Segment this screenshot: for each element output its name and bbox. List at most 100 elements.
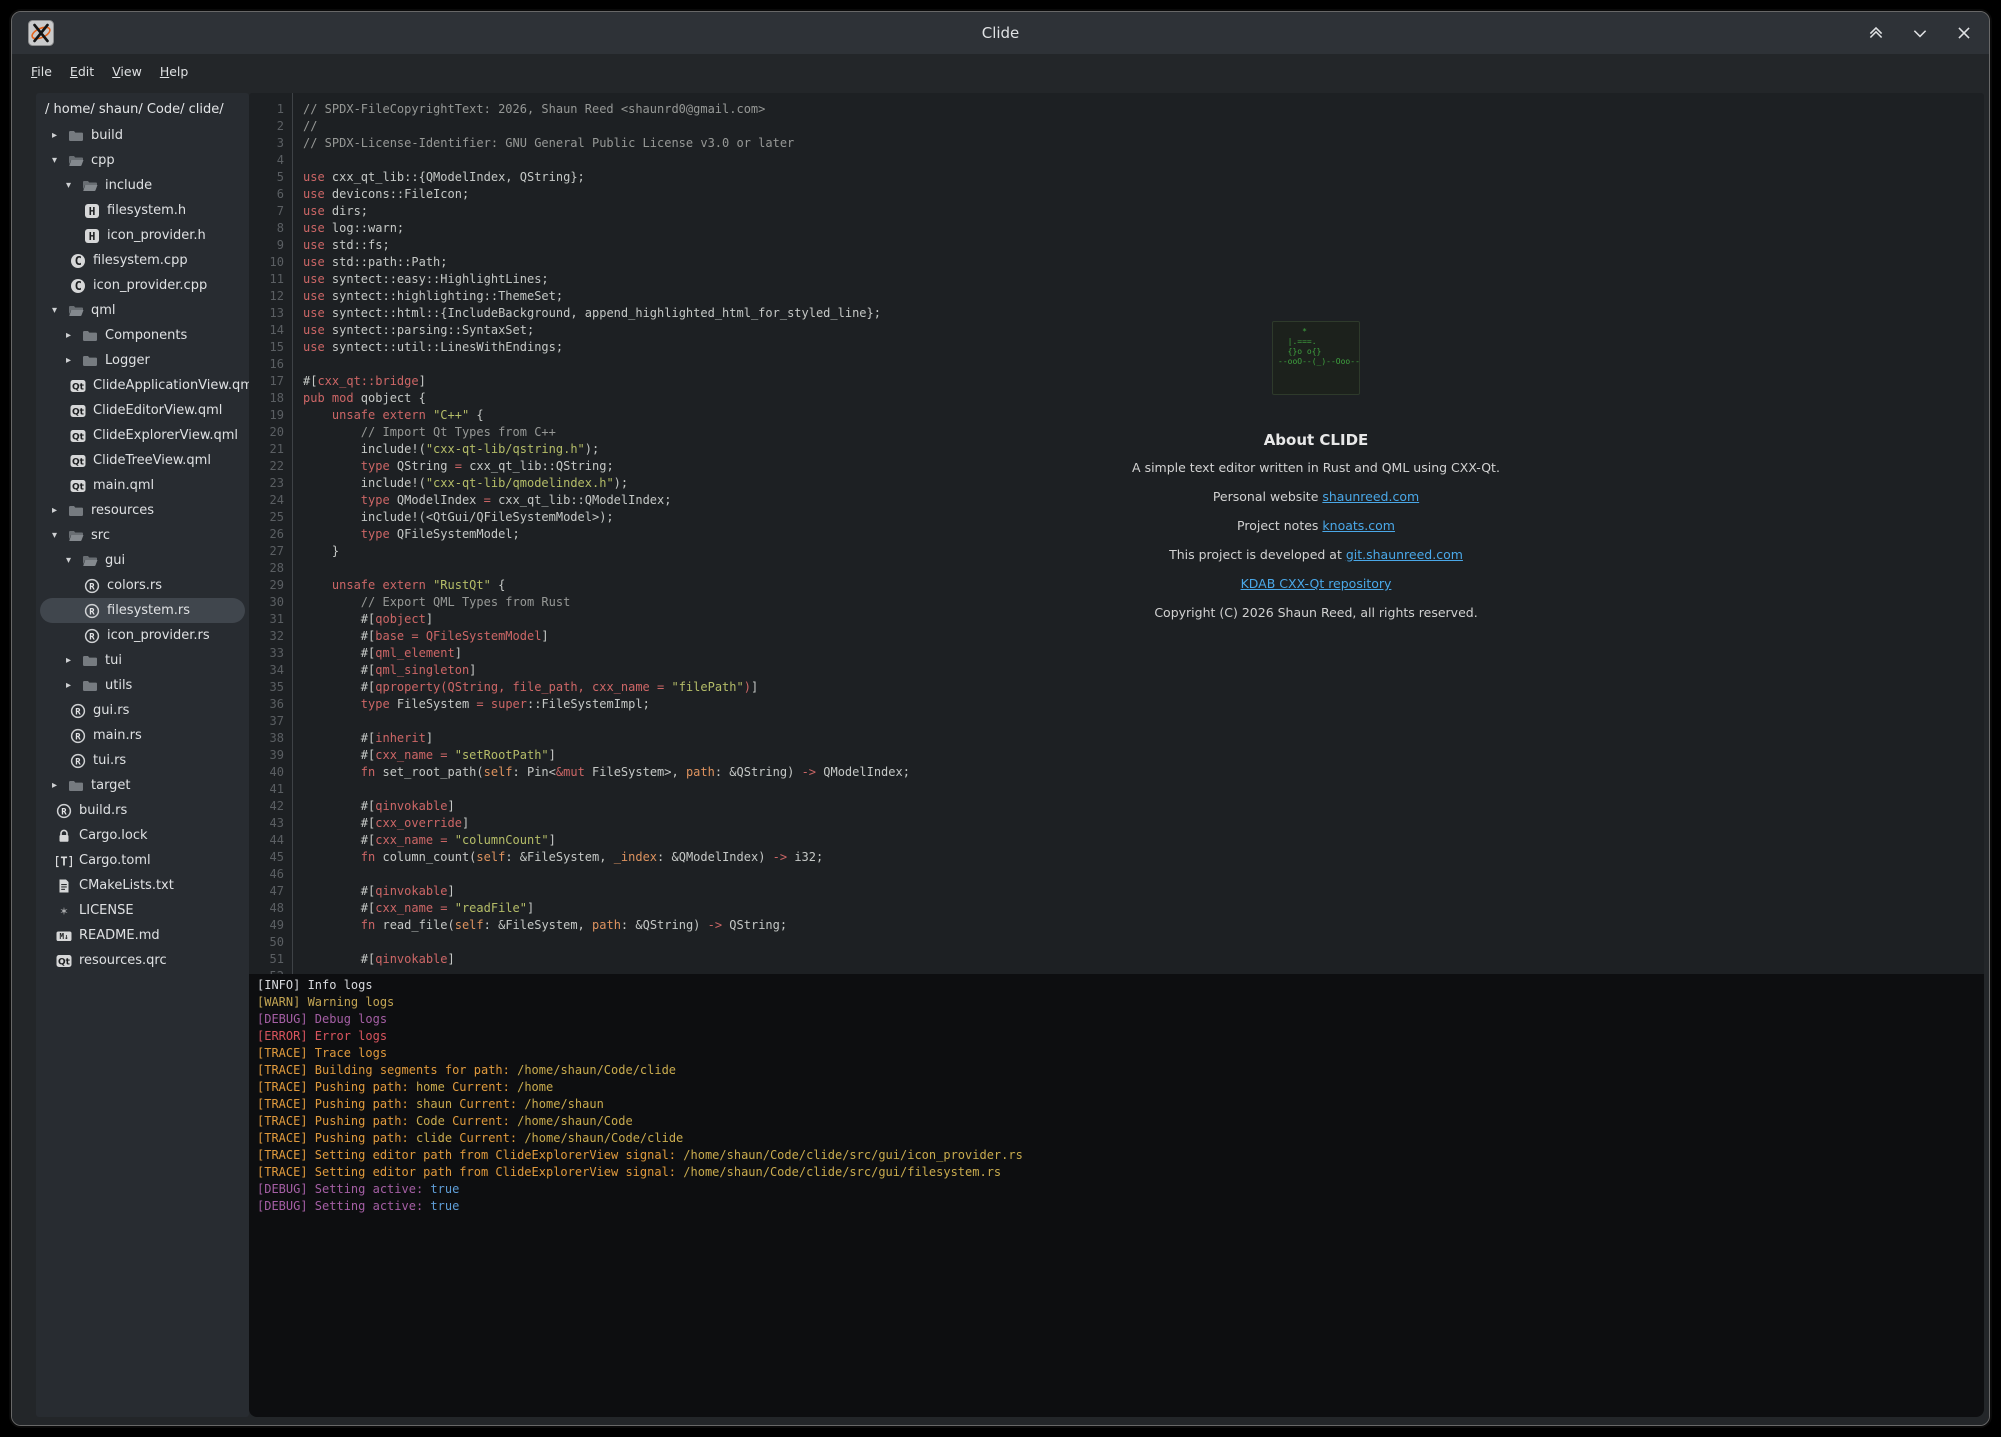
tree-item-tui[interactable]: ▸tui (40, 648, 245, 673)
tree-item-src[interactable]: ▾ src (40, 523, 245, 548)
tree-item-target[interactable]: ▸target (40, 773, 245, 798)
line-number: 30 (249, 594, 284, 611)
c-file-icon: C (70, 253, 86, 269)
tree-item-icon-provider-cpp[interactable]: Cicon_provider.cpp (40, 273, 245, 298)
folder-open-icon (68, 153, 84, 169)
tree-item-main-rs[interactable]: Rmain.rs (40, 723, 245, 748)
line-number: 25 (249, 509, 284, 526)
tree-item-label: icon_provider.cpp (93, 278, 207, 293)
expand-arrow-icon[interactable]: ▸ (60, 330, 82, 341)
tree-item-clideapplicationview-qml[interactable]: QtClideApplicationView.qml (40, 373, 245, 398)
app-window: Clide FileEditViewHelp / home/ shaun/ C (11, 11, 1990, 1426)
expand-arrow-icon[interactable]: ▸ (46, 130, 68, 141)
tree-item-resources-qrc[interactable]: Qtresources.qrc (40, 948, 245, 973)
tree-item-utils[interactable]: ▸utils (40, 673, 245, 698)
line-number: 7 (249, 203, 284, 220)
menu-item-help[interactable]: Help (151, 61, 198, 82)
tree-item-include[interactable]: ▾include (40, 173, 245, 198)
svg-text:R: R (75, 707, 81, 717)
tree-item-filesystem-rs[interactable]: Rfilesystem.rs (40, 598, 245, 623)
h-file-icon: H (84, 228, 100, 244)
tree-item-tui-rs[interactable]: Rtui.rs (40, 748, 245, 773)
ascii-logo: * |.===. {}o o{} --ooO--(_)--Ooo-- (1272, 321, 1360, 395)
menu-item-edit[interactable]: Edit (61, 61, 103, 82)
folder-open-icon (68, 303, 84, 319)
tree-item-resources[interactable]: ▸resources (40, 498, 245, 523)
collapse-arrow-icon[interactable]: ▾ (46, 305, 68, 316)
code-line (303, 934, 1984, 951)
menu-item-view[interactable]: View (103, 61, 151, 82)
line-number: 5 (249, 169, 284, 186)
line-number: 20 (249, 424, 284, 441)
collapse-arrow-icon[interactable]: ▾ (46, 530, 68, 541)
svg-text:R: R (89, 632, 95, 642)
maximize-button[interactable] (1867, 24, 1885, 42)
tree-item-cargo-toml[interactable]: [T]Cargo.toml (40, 848, 245, 873)
tree-item-logger[interactable]: ▸Logger (40, 348, 245, 373)
tree-item-gui[interactable]: ▾gui (40, 548, 245, 573)
tree-item-readme-md[interactable]: M↓README.md (40, 923, 245, 948)
line-number: 4 (249, 152, 284, 169)
tree-item-label: src (91, 528, 110, 543)
tree-item-clidetreeview-qml[interactable]: QtClideTreeView.qml (40, 448, 245, 473)
line-number: 9 (249, 237, 284, 254)
expand-arrow-icon[interactable]: ▸ (46, 505, 68, 516)
expand-arrow-icon[interactable]: ▸ (60, 655, 82, 666)
tree-item-gui-rs[interactable]: Rgui.rs (40, 698, 245, 723)
tree-item-filesystem-cpp[interactable]: Cfilesystem.cpp (40, 248, 245, 273)
folder-icon (82, 353, 98, 369)
tree-item-filesystem-h[interactable]: Hfilesystem.h (40, 198, 245, 223)
code-editor[interactable]: 1234567891011121314151617181920212223242… (249, 93, 1984, 974)
tree-item-icon-provider-h[interactable]: Hicon_provider.h (40, 223, 245, 248)
folder-open-icon (82, 178, 98, 194)
expand-arrow-icon[interactable]: ▸ (60, 355, 82, 366)
line-number: 31 (249, 611, 284, 628)
close-button[interactable] (1955, 24, 1973, 42)
project-notes-link[interactable]: knoats.com (1322, 518, 1395, 533)
line-number: 44 (249, 832, 284, 849)
line-number: 15 (249, 339, 284, 356)
line-number: 17 (249, 373, 284, 390)
tree-item-build[interactable]: ▸ build (40, 123, 245, 148)
tree-item-components[interactable]: ▸Components (40, 323, 245, 348)
about-personal-website: Personal website shaunreed.com (1066, 487, 1566, 507)
tree-item-label: colors.rs (107, 578, 162, 593)
menu-item-file[interactable]: File (22, 61, 61, 82)
collapse-arrow-icon[interactable]: ▾ (46, 155, 68, 166)
expand-arrow-icon[interactable]: ▸ (60, 680, 82, 691)
line-number: 16 (249, 356, 284, 373)
line-number: 26 (249, 526, 284, 543)
app-icon (28, 20, 54, 46)
about-developed-at: This project is developed at git.shaunre… (1066, 545, 1566, 565)
tree-item-qml[interactable]: ▾qml (40, 298, 245, 323)
tree-item-cargo-lock[interactable]: Cargo.lock (40, 823, 245, 848)
expand-arrow-icon[interactable]: ▸ (46, 780, 68, 791)
tree-item-icon-provider-rs[interactable]: Ricon_provider.rs (40, 623, 245, 648)
tree-item-label: LICENSE (79, 903, 134, 918)
window-controls (1867, 24, 1973, 42)
kdab-repo-link[interactable]: KDAB CXX-Qt repository (1241, 576, 1392, 591)
tree-item-clideeditorview-qml[interactable]: QtClideEditorView.qml (40, 398, 245, 423)
line-number: 48 (249, 900, 284, 917)
tree-item-cmakelists-txt[interactable]: CMakeLists.txt (40, 873, 245, 898)
tree-item-cpp[interactable]: ▾cpp (40, 148, 245, 173)
collapse-arrow-icon[interactable]: ▾ (60, 555, 82, 566)
collapse-arrow-icon[interactable]: ▾ (60, 180, 82, 191)
tree-item-build-rs[interactable]: Rbuild.rs (40, 798, 245, 823)
tree-item-license[interactable]: ✶LICENSE (40, 898, 245, 923)
tree-item-label: build (91, 128, 123, 143)
tree-item-main-qml[interactable]: Qtmain.qml (40, 473, 245, 498)
personal-website-link[interactable]: shaunreed.com (1322, 489, 1419, 504)
tree-item-clideexplorerview-qml[interactable]: QtClideExplorerView.qml (40, 423, 245, 448)
minimize-button[interactable] (1911, 24, 1929, 42)
git-repo-link[interactable]: git.shaunreed.com (1346, 547, 1463, 562)
tree-item-label: resources.qrc (79, 953, 167, 968)
tree-item-label: filesystem.cpp (93, 253, 188, 268)
line-number: 21 (249, 441, 284, 458)
file-tree[interactable]: / home/ shaun/ Code/ clide/ ▸build▾cpp▾i… (36, 93, 249, 1417)
line-number: 22 (249, 458, 284, 475)
log-console[interactable]: [INFO] Info logs[WARN] Warning logs[DEBU… (249, 974, 1984, 1417)
tree-item-colors-rs[interactable]: Rcolors.rs (40, 573, 245, 598)
code-line (303, 152, 1984, 169)
code-line: use std::path::Path; (303, 254, 1984, 271)
